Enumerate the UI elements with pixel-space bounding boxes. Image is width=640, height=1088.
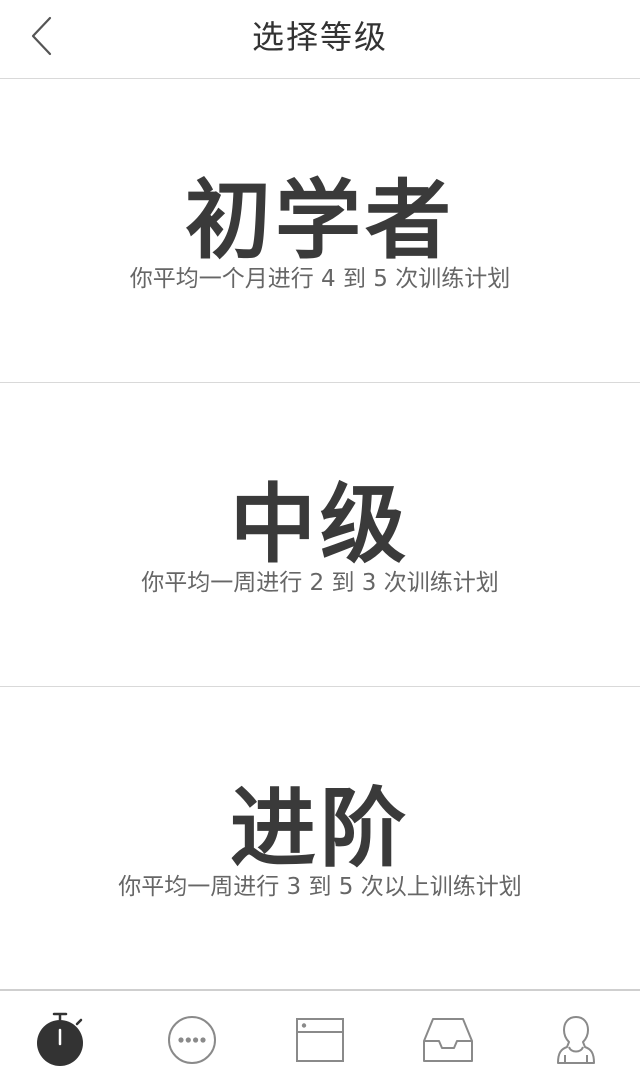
profile-person-icon [557, 1015, 595, 1064]
bottom-tab-bar [0, 989, 640, 1088]
inbox-tray-icon [423, 1017, 473, 1062]
tab-stopwatch[interactable] [0, 991, 128, 1088]
level-description: 你平均一周进行 2 到 3 次训练计划 [141, 570, 499, 596]
tab-profile[interactable] [512, 991, 640, 1088]
level-list: 初学者 你平均一个月进行 4 到 5 次训练计划 中级 你平均一周进行 2 到 … [0, 79, 640, 990]
level-title: 进阶 [230, 779, 410, 879]
level-title: 初学者 [185, 171, 455, 271]
browser-window-icon [296, 1017, 344, 1062]
level-option-beginner[interactable]: 初学者 你平均一个月进行 4 到 5 次训练计划 [0, 79, 640, 383]
chat-bubble-icon [168, 1015, 216, 1064]
level-title: 中级 [230, 475, 410, 575]
tab-inbox[interactable] [384, 991, 512, 1088]
level-description: 你平均一个月进行 4 到 5 次训练计划 [129, 266, 511, 292]
level-option-intermediate[interactable]: 中级 你平均一周进行 2 到 3 次训练计划 [0, 383, 640, 687]
stopwatch-icon [37, 1012, 83, 1066]
tab-messages[interactable] [128, 991, 256, 1088]
page-title: 选择等级 [251, 18, 388, 56]
level-description: 你平均一周进行 3 到 5 次以上训练计划 [118, 874, 522, 900]
tab-browser[interactable] [256, 991, 384, 1088]
nav-header: 选择等级 [0, 0, 640, 79]
level-option-advanced[interactable]: 进阶 你平均一周进行 3 到 5 次以上训练计划 [0, 687, 640, 990]
